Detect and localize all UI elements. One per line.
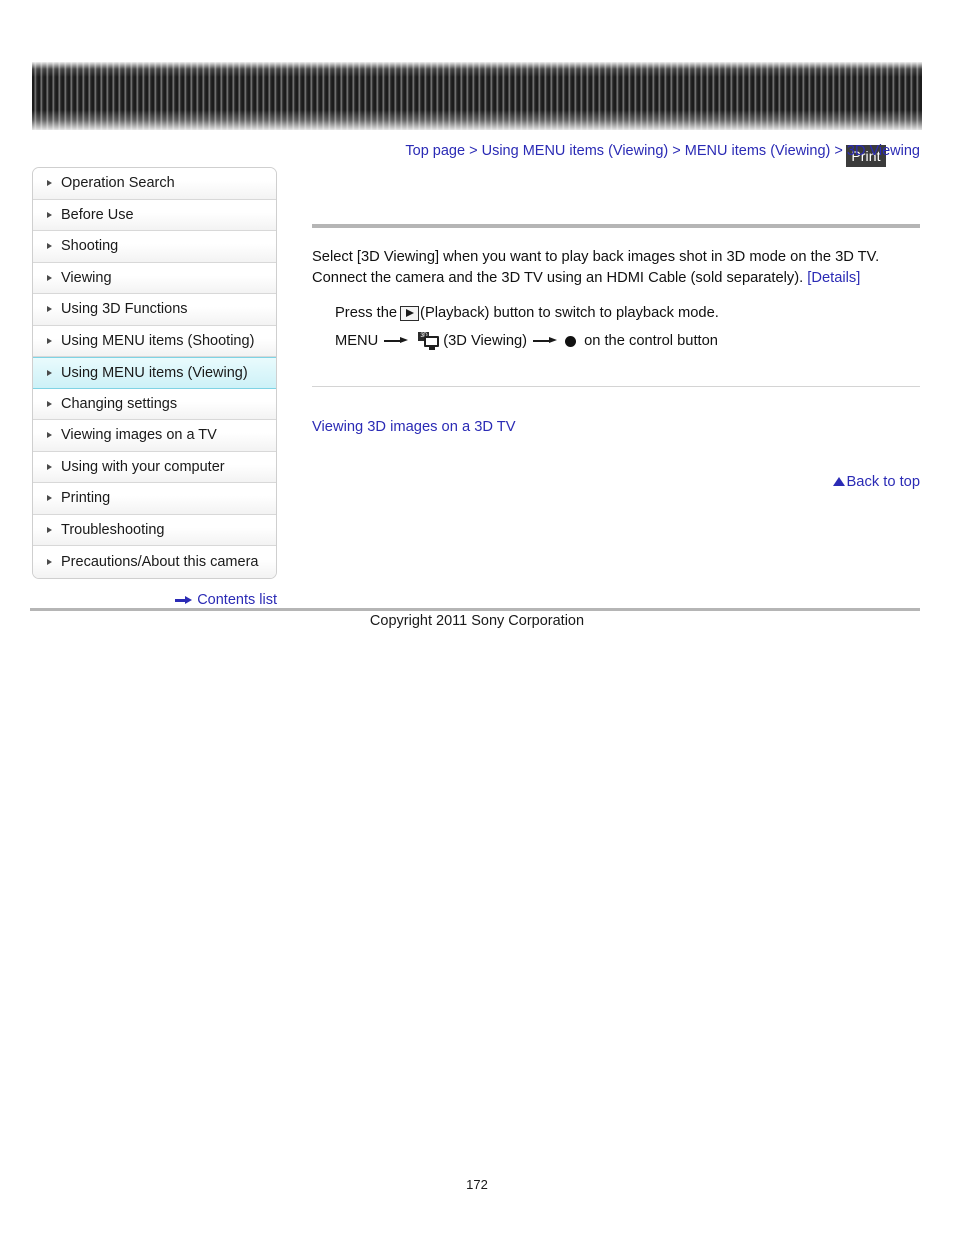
step-playback-suffix: (Playback) button to switch to playback …	[420, 304, 719, 321]
sidebar-item-printing[interactable]: Printing	[33, 483, 276, 515]
step-menu-path: MENU 3D (3D Viewing) on the control butt…	[335, 331, 920, 352]
triangle-right-icon	[47, 274, 52, 281]
content-top-divider	[312, 224, 920, 228]
sidebar-item-using-menu-items-viewing[interactable]: Using MENU items (Viewing)	[33, 357, 276, 389]
related-section-link-row: Viewing 3D images on a 3D TV	[312, 419, 920, 435]
sidebar-item-label: Printing	[61, 490, 111, 507]
breadcrumb-separator: >	[830, 143, 847, 159]
main-content: Select [3D Viewing] when you want to pla…	[312, 167, 920, 490]
monitor-stand	[429, 347, 436, 350]
breadcrumb-item-using-menu-items-viewing[interactable]: Using MENU items (Viewing)	[482, 143, 669, 159]
arrow-right-icon	[175, 595, 193, 605]
sidebar-nav: Operation Search Before Use Shooting Vie…	[32, 167, 277, 579]
sidebar-item-label: Using with your computer	[61, 458, 225, 475]
breadcrumb-separator: >	[668, 143, 685, 159]
sidebar-item-label: Viewing	[61, 269, 112, 286]
control-button-label: on the control button	[584, 332, 718, 349]
sidebar-item-label: Using 3D Functions	[61, 301, 188, 318]
details-link[interactable]: [Details]	[807, 270, 860, 286]
description-text: Select [3D Viewing] when you want to pla…	[312, 249, 880, 286]
sidebar-item-shooting[interactable]: Shooting	[33, 231, 276, 263]
sidebar-item-operation-search[interactable]: Operation Search	[33, 168, 276, 200]
breadcrumb-item-top-page[interactable]: Top page	[405, 143, 465, 159]
sidebar-item-using-menu-items-shooting[interactable]: Using MENU items (Shooting)	[33, 325, 276, 357]
sidebar-item-label: Using MENU items (Shooting)	[61, 332, 255, 349]
sidebar-item-troubleshooting[interactable]: Troubleshooting	[33, 514, 276, 546]
contents-list-link[interactable]: Contents list	[197, 592, 277, 608]
back-to-top-link[interactable]: Back to top	[847, 474, 920, 490]
sidebar-item-label: Viewing images on a TV	[61, 427, 217, 444]
copyright-text: Copyright 2011 Sony Corporation	[369, 613, 585, 629]
playback-icon	[400, 305, 420, 321]
step-list: Press the (Playback) button to switch to…	[312, 303, 920, 352]
triangle-right-icon	[47, 432, 52, 439]
sidebar-item-using-3d-functions[interactable]: Using 3D Functions	[33, 294, 276, 326]
sidebar-item-using-with-your-computer[interactable]: Using with your computer	[33, 451, 276, 483]
breadcrumb: Top page > Using MENU items (Viewing) > …	[312, 143, 920, 159]
3d-viewing-label: (3D Viewing)	[443, 332, 528, 349]
triangle-right-icon	[47, 337, 52, 344]
arrow-right-icon	[533, 336, 558, 346]
triangle-right-icon	[47, 558, 52, 565]
viewing-3d-images-link[interactable]: Viewing 3D images on a 3D TV	[312, 419, 516, 435]
sidebar-item-precautions-about-this-camera[interactable]: Precautions/About this camera	[33, 546, 276, 578]
back-to-top-row: Back to top	[312, 474, 920, 490]
triangle-right-icon	[47, 211, 52, 218]
sidebar-item-label: Changing settings	[61, 395, 178, 412]
triangle-right-icon	[47, 306, 52, 313]
contents-list-row: Contents list	[32, 592, 277, 608]
sidebar-item-label: Shooting	[61, 238, 119, 255]
step-playback: Press the (Playback) button to switch to…	[335, 303, 920, 324]
breadcrumb-separator: >	[465, 143, 482, 159]
sidebar-item-label: Using MENU items (Viewing)	[61, 364, 248, 381]
triangle-right-icon	[47, 400, 52, 407]
header-banner: Print	[32, 62, 922, 169]
triangle-right-icon	[47, 526, 52, 533]
description-paragraph: Select [3D Viewing] when you want to pla…	[312, 247, 920, 288]
triangle-right-icon	[47, 369, 52, 376]
triangle-right-icon	[47, 243, 52, 250]
step-playback-prefix: Press the	[335, 304, 398, 321]
sidebar-item-label: Precautions/About this camera	[61, 553, 259, 570]
sidebar-item-viewing[interactable]: Viewing	[33, 262, 276, 294]
monitor-screen	[424, 336, 440, 348]
sidebar-item-label: Operation Search	[61, 175, 175, 192]
sidebar-item-before-use[interactable]: Before Use	[33, 199, 276, 231]
sidebar-item-viewing-images-on-a-tv[interactable]: Viewing images on a TV	[33, 420, 276, 452]
triangle-right-icon	[47, 495, 52, 502]
breadcrumb-item-menu-items-viewing[interactable]: MENU items (Viewing)	[685, 143, 831, 159]
content-bottom-divider	[312, 385, 920, 387]
triangle-right-icon	[47, 463, 52, 470]
sidebar-item-label: Before Use	[61, 206, 134, 223]
center-button-icon	[565, 335, 577, 347]
sidebar-item-changing-settings[interactable]: Changing settings	[33, 388, 276, 420]
arrow-right-icon	[384, 336, 409, 346]
triangle-right-icon	[47, 180, 52, 187]
3d-tv-icon: 3D	[418, 332, 440, 350]
triangle-up-icon	[832, 477, 845, 487]
menu-label: MENU	[335, 332, 379, 349]
sidebar-item-label: Troubleshooting	[61, 521, 165, 538]
footer-divider	[30, 608, 920, 611]
breadcrumb-item-current: 3D Viewing	[846, 143, 920, 159]
page-number: 172	[466, 1177, 488, 1192]
